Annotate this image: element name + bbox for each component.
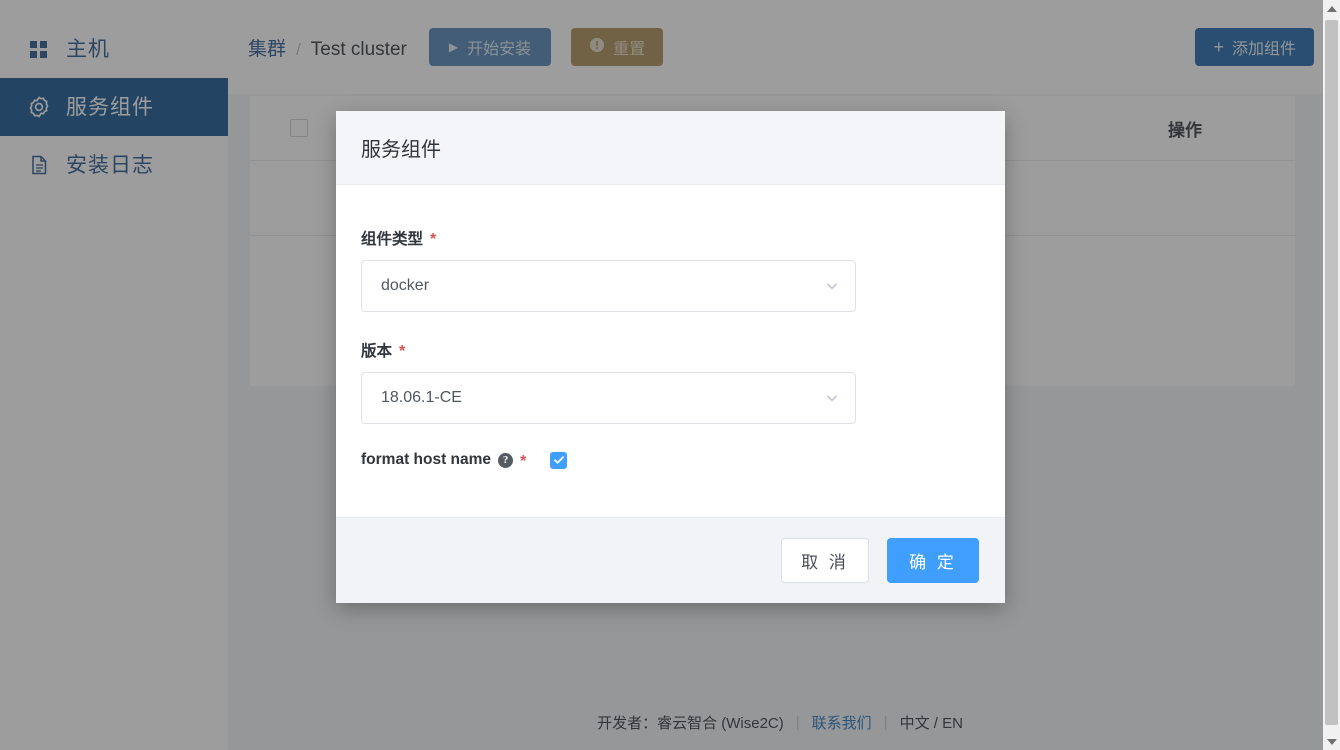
dialog-header: 服务组件: [336, 111, 1005, 185]
required-asterisk: *: [430, 231, 437, 248]
component-type-label: 组件类型: [361, 231, 424, 248]
format-host-name-label: format host name: [361, 451, 492, 468]
dialog-footer: 取 消 确 定: [336, 517, 1005, 603]
version-label-row: 版本 *: [361, 339, 980, 361]
check-icon: [553, 456, 564, 464]
dialog-title: 服务组件: [361, 139, 441, 161]
component-type-value: docker: [381, 277, 430, 294]
cancel-button[interactable]: 取 消: [781, 538, 869, 583]
required-asterisk: *: [399, 343, 406, 360]
version-label: 版本: [361, 343, 393, 360]
chevron-down-icon: [825, 279, 839, 293]
component-type-select[interactable]: docker: [361, 260, 856, 312]
chevron-down-icon: [825, 391, 839, 405]
component-type-label-row: 组件类型 *: [361, 227, 980, 249]
version-value: 18.06.1-CE: [381, 389, 462, 406]
format-host-name-checkbox[interactable]: [550, 451, 568, 469]
app-root: 主机 服务组件 安: [0, 0, 1340, 750]
dialog-body: 组件类型 * docker 版本 * 18.06.1-CE format hos…: [336, 185, 1005, 517]
page-scrollbar[interactable]: [1323, 0, 1340, 750]
scrollbar-thumb[interactable]: [1325, 20, 1338, 725]
confirm-button[interactable]: 确 定: [887, 538, 979, 583]
format-host-name-row: format host name ? *: [361, 451, 980, 470]
scroll-up-arrow-icon[interactable]: [1323, 0, 1340, 17]
version-select[interactable]: 18.06.1-CE: [361, 372, 856, 424]
required-asterisk: *: [520, 453, 527, 470]
service-component-dialog: 服务组件 组件类型 * docker 版本 * 18.06.1-CE forma…: [336, 111, 1005, 603]
format-host-name-label-row: format host name ? *: [361, 451, 527, 470]
help-icon[interactable]: ?: [498, 452, 514, 468]
scroll-down-arrow-icon[interactable]: [1323, 733, 1340, 750]
